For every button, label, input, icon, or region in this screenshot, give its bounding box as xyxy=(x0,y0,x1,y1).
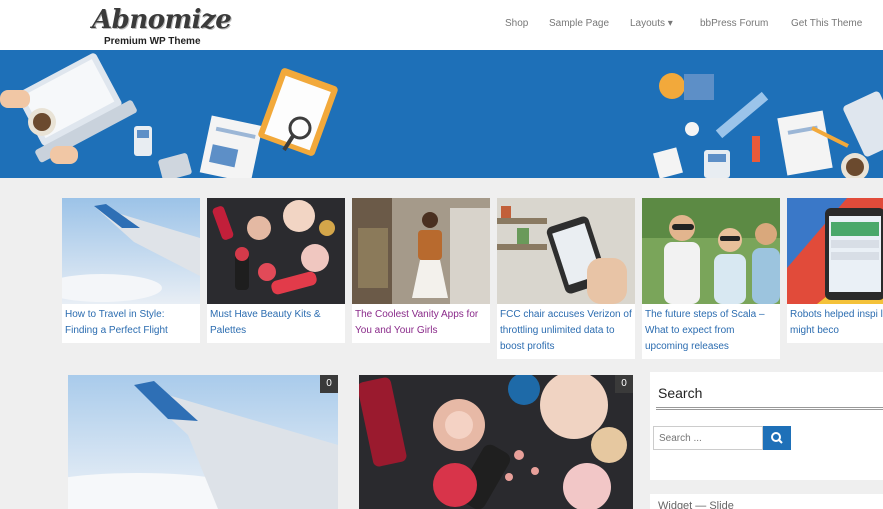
nav-item-sample-page[interactable]: Sample Page xyxy=(549,18,609,29)
featured-card[interactable]: Must Have Beauty Kits & Palettes xyxy=(207,198,345,358)
featured-thumbnail[interactable] xyxy=(787,198,883,304)
featured-thumbnail[interactable] xyxy=(352,198,490,304)
header-banner xyxy=(0,50,883,178)
featured-card[interactable]: FCC chair accuses Verizon of throttling … xyxy=(497,198,635,359)
widget-divider xyxy=(656,407,883,410)
featured-caption[interactable]: How to Travel in Style: Finding a Perfec… xyxy=(62,304,200,343)
comment-count-badge[interactable]: 0 xyxy=(615,375,633,393)
featured-caption[interactable]: The Coolest Vanity Apps for You and Your… xyxy=(352,304,490,343)
nav-item-shop[interactable]: Shop xyxy=(505,18,528,29)
logo-subtitle: Premium WP Theme xyxy=(104,36,201,47)
widget-title: Widget — Slide xyxy=(658,500,734,509)
post-card[interactable]: 0 xyxy=(359,375,633,509)
search-button[interactable] xyxy=(763,426,791,450)
featured-card[interactable]: The future steps of Scala – What to expe… xyxy=(642,198,780,359)
post-thumbnail[interactable] xyxy=(68,375,338,509)
featured-caption[interactable]: Robots helped inspi learning might beco xyxy=(787,304,883,343)
search-icon xyxy=(771,432,783,444)
featured-card[interactable]: How to Travel in Style: Finding a Perfec… xyxy=(62,198,200,358)
nav-item-get-this-theme[interactable]: Get This Theme xyxy=(791,18,862,29)
post-thumbnail[interactable] xyxy=(359,375,633,509)
featured-caption[interactable]: FCC chair accuses Verizon of throttling … xyxy=(497,304,635,359)
search-input[interactable] xyxy=(653,426,763,450)
featured-thumbnail[interactable] xyxy=(207,198,345,304)
featured-caption[interactable]: The future steps of Scala – What to expe… xyxy=(642,304,780,359)
featured-thumbnail[interactable] xyxy=(497,198,635,304)
post-card[interactable]: 0 xyxy=(68,375,338,509)
featured-thumbnail[interactable] xyxy=(62,198,200,304)
main-nav: Shop Sample Page Layouts ▾ bbPress Forum… xyxy=(0,18,883,34)
office-desk-illustration xyxy=(0,53,883,178)
featured-card[interactable]: The Coolest Vanity Apps for You and Your… xyxy=(352,198,490,358)
featured-thumbnail[interactable] xyxy=(642,198,780,304)
search-widget: Search xyxy=(650,372,883,480)
next-widget: Widget — Slide xyxy=(650,494,883,509)
featured-caption[interactable]: Must Have Beauty Kits & Palettes xyxy=(207,304,345,343)
site-header: Abnomize Premium WP Theme Shop Sample Pa… xyxy=(0,0,883,50)
featured-card[interactable]: Robots helped inspi learning might beco xyxy=(787,198,883,358)
nav-item-layouts[interactable]: Layouts ▾ xyxy=(630,18,673,29)
widget-title: Search xyxy=(658,385,703,401)
comment-count-badge[interactable]: 0 xyxy=(320,375,338,393)
nav-item-bbpress-forum[interactable]: bbPress Forum xyxy=(700,18,768,29)
